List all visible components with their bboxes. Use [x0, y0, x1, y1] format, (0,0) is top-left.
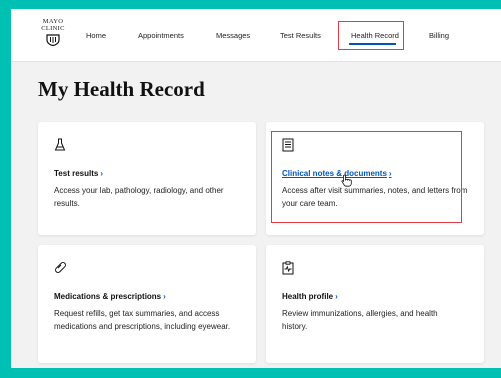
card-title-health-profile[interactable]: Health profile › [282, 292, 338, 301]
hand-cursor-icon [341, 174, 352, 192]
card-medications[interactable]: Medications & prescriptions › Request ref… [38, 245, 256, 363]
card-title-text: Health profile [282, 292, 334, 301]
shield-icon [46, 34, 60, 46]
card-description: Request refills, get tax summaries, and … [54, 309, 231, 331]
app-frame: MAYO CLINIC Home Appointments Messages T… [11, 9, 501, 368]
nav-appointments[interactable]: Appointments [138, 31, 184, 40]
top-navigation: MAYO CLINIC Home Appointments Messages T… [11, 9, 501, 62]
nav-test-results[interactable]: Test Results [280, 31, 321, 40]
chevron-right-icon: › [335, 292, 338, 301]
card-title-text: Medications & prescriptions [54, 292, 162, 301]
logo-text-line2: CLINIC [41, 25, 65, 32]
nav-billing[interactable]: Billing [429, 31, 449, 40]
card-title-medications[interactable]: Medications & prescriptions › [54, 292, 166, 301]
card-title-test-results[interactable]: Test results › [54, 169, 103, 178]
nav-messages[interactable]: Messages [216, 31, 250, 40]
health-profile-icon [282, 261, 294, 280]
page-title: My Health Record [38, 77, 205, 101]
clinical-notes-highlight [271, 131, 462, 223]
card-description: Review immunizations, allergies, and hea… [282, 309, 438, 331]
card-description: Access your lab, pathology, radiology, a… [54, 186, 224, 208]
card-test-results[interactable]: Test results › Access your lab, pathology… [38, 122, 256, 235]
card-health-profile[interactable]: Health profile › Review immunizations, al… [266, 245, 484, 363]
pill-icon [54, 261, 67, 279]
nav-home[interactable]: Home [86, 31, 106, 40]
logo-text-line1: MAYO [42, 18, 64, 25]
flask-icon [54, 138, 66, 157]
active-nav-highlight [338, 21, 404, 50]
card-title-text: Test results [54, 169, 99, 178]
active-nav-underline [349, 43, 396, 45]
mayo-clinic-logo[interactable]: MAYO CLINIC [38, 18, 68, 46]
chevron-right-icon: › [100, 169, 103, 178]
chevron-right-icon: › [163, 292, 166, 301]
